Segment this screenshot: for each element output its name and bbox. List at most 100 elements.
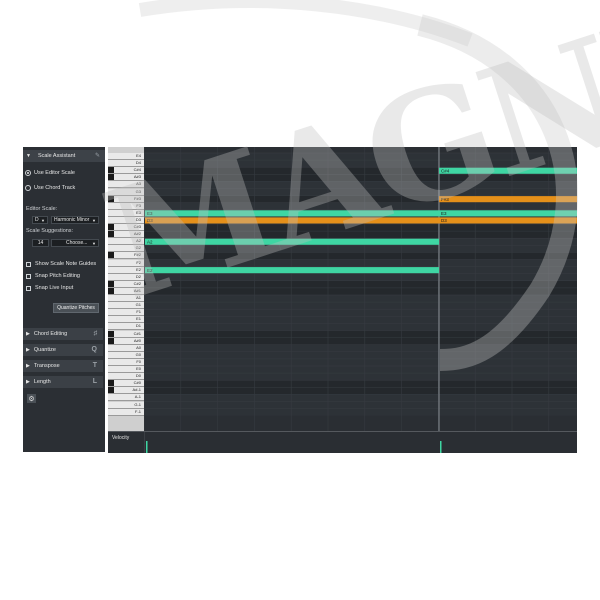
piano-key[interactable]: D0 bbox=[108, 373, 144, 381]
piano-key[interactable]: E0 bbox=[108, 366, 144, 373]
scale-assistant-header[interactable]: ▼ Scale Assistant ✎ bbox=[23, 150, 105, 162]
piano-key[interactable]: E3 bbox=[108, 209, 144, 217]
piano-key[interactable]: D1 bbox=[108, 323, 144, 331]
midi-note-label: D3 bbox=[147, 218, 153, 223]
scale-suggestions-value: Choose... bbox=[66, 240, 88, 246]
snap-live-input-option[interactable]: Snap Live Input bbox=[26, 285, 73, 291]
black-key[interactable] bbox=[108, 231, 114, 238]
midi-note-label: C#4 bbox=[441, 168, 450, 173]
piano-key[interactable]: G-1 bbox=[108, 401, 144, 409]
black-key[interactable] bbox=[108, 167, 114, 174]
checkbox-icon[interactable] bbox=[26, 273, 31, 279]
midi-note[interactable] bbox=[145, 267, 439, 274]
use-editor-scale-label: Use Editor Scale bbox=[34, 170, 75, 176]
transpose-icon: T bbox=[92, 362, 97, 369]
black-key[interactable] bbox=[108, 380, 114, 387]
midi-note[interactable] bbox=[439, 196, 577, 203]
midi-note-label: D3 bbox=[441, 218, 447, 223]
suggestions-count-value: 14 bbox=[37, 240, 44, 246]
section-chord-editing[interactable]: ▶ Chord Editing ♯ bbox=[23, 328, 103, 340]
use-editor-scale-option[interactable]: Use Editor Scale bbox=[25, 170, 75, 176]
midi-note[interactable] bbox=[439, 210, 577, 217]
midi-note[interactable] bbox=[145, 210, 439, 217]
piano-key[interactable]: E2 bbox=[108, 266, 144, 274]
midi-note-label: E3 bbox=[441, 211, 447, 216]
piano-key[interactable]: E4 bbox=[108, 153, 144, 160]
snap-pitch-editing-option[interactable]: Snap Pitch Editing bbox=[26, 273, 80, 279]
root-note-dropdown[interactable]: D ▼ bbox=[32, 216, 48, 224]
section-quantize[interactable]: ▶ Quantize Q bbox=[23, 344, 103, 356]
piano-key[interactable]: E1 bbox=[108, 316, 144, 324]
piano-keyboard[interactable]: E4 D4 C#4 A#3 A3 G3 F#3 F3 E3 D3 C#3 A#2 A2 G2 F#2 F2 E2… bbox=[108, 147, 144, 431]
piano-key[interactable]: G2 bbox=[108, 245, 144, 253]
midi-note[interactable] bbox=[439, 167, 577, 174]
radio-unselected-icon[interactable] bbox=[25, 185, 31, 191]
scale-type-value: Harmonic Minor bbox=[54, 217, 90, 223]
velocity-canvas[interactable] bbox=[108, 432, 577, 453]
snap-pitch-editing-label: Snap Pitch Editing bbox=[35, 273, 80, 279]
piano-key[interactable]: F3 bbox=[108, 202, 144, 210]
suggestions-count: 14 bbox=[32, 239, 49, 247]
piano-key[interactable]: G1 bbox=[108, 302, 144, 310]
show-scale-note-guides-option[interactable]: Show Scale Note Guides bbox=[26, 261, 96, 267]
checkbox-icon[interactable] bbox=[26, 285, 31, 291]
midi-note-label: A2 bbox=[147, 239, 153, 244]
black-key[interactable] bbox=[108, 252, 114, 259]
use-chord-track-option[interactable]: Use Chord Track bbox=[25, 185, 75, 191]
piano-key[interactable]: F2 bbox=[108, 259, 144, 267]
black-key[interactable] bbox=[108, 195, 114, 202]
quantize-icon: Q bbox=[91, 346, 97, 353]
black-key[interactable] bbox=[108, 224, 114, 230]
black-key[interactable] bbox=[108, 280, 114, 287]
note-grid-canvas[interactable]: C#4 F#3 E3 E3 D3 D3 A2 E2 bbox=[144, 147, 577, 431]
pencil-icon[interactable]: ✎ bbox=[95, 152, 100, 159]
black-key[interactable] bbox=[108, 287, 114, 294]
piano-key[interactable]: F0 bbox=[108, 358, 144, 366]
midi-note[interactable] bbox=[439, 217, 577, 224]
piano-key[interactable]: G3 bbox=[108, 188, 144, 196]
scale-assistant-panel: ▼ Scale Assistant ✎ Use Editor Scale Use… bbox=[23, 147, 105, 452]
gear-icon[interactable]: ⚙ bbox=[27, 394, 36, 403]
expand-triangle-icon: ▶ bbox=[26, 331, 30, 337]
checkbox-icon[interactable] bbox=[26, 261, 31, 267]
velocity-lane[interactable]: Velocity bbox=[108, 431, 577, 453]
midi-note[interactable] bbox=[145, 238, 439, 245]
scale-suggestions-label: Scale Suggestions: bbox=[26, 228, 74, 234]
black-key[interactable] bbox=[108, 387, 114, 394]
black-key[interactable] bbox=[108, 174, 114, 181]
radio-selected-icon[interactable] bbox=[25, 170, 31, 176]
piano-key[interactable]: D4 bbox=[108, 160, 144, 168]
piano-key[interactable]: D2 bbox=[108, 273, 144, 281]
chord-editing-label: Chord Editing bbox=[33, 331, 68, 337]
piano-key[interactable]: A2 bbox=[108, 238, 144, 246]
expand-triangle-icon: ▶ bbox=[26, 379, 30, 385]
collapse-triangle-icon: ▼ bbox=[26, 153, 31, 159]
piano-key[interactable]: A3 bbox=[108, 181, 144, 189]
transpose-label: Transpose bbox=[33, 363, 60, 369]
use-chord-track-label: Use Chord Track bbox=[34, 185, 76, 191]
velocity-bar[interactable] bbox=[146, 441, 148, 453]
snap-live-input-label: Snap Live Input bbox=[35, 285, 74, 291]
length-icon: L bbox=[92, 378, 97, 385]
midi-note[interactable] bbox=[145, 217, 439, 224]
piano-key[interactable]: F-1 bbox=[108, 408, 144, 416]
quantize-pitches-button[interactable]: Quantize Pitches bbox=[53, 303, 99, 313]
midi-note-label: F#3 bbox=[441, 197, 449, 202]
piano-key[interactable]: G0 bbox=[108, 351, 144, 359]
scale-type-dropdown[interactable]: Harmonic Minor ▼ bbox=[51, 216, 99, 224]
piano-key[interactable]: A0 bbox=[108, 344, 144, 352]
section-transpose[interactable]: ▶ Transpose T bbox=[23, 360, 103, 372]
piano-key[interactable]: A-1 bbox=[108, 394, 144, 402]
scale-suggestions-dropdown[interactable]: Choose... ▼ bbox=[51, 239, 99, 247]
piano-key[interactable]: D3 bbox=[108, 216, 144, 224]
section-length[interactable]: ▶ Length L bbox=[23, 376, 103, 388]
note-grid[interactable]: C#4 F#3 E3 E3 D3 D3 A2 E2 bbox=[144, 147, 577, 431]
sharp-icon: ♯ bbox=[93, 330, 98, 337]
black-key[interactable] bbox=[108, 330, 114, 337]
expand-triangle-icon: ▶ bbox=[26, 363, 30, 369]
dropdown-arrow-icon: ▼ bbox=[41, 217, 45, 223]
black-key[interactable] bbox=[108, 337, 114, 344]
velocity-bar[interactable] bbox=[440, 441, 442, 453]
piano-key[interactable]: A1 bbox=[108, 295, 144, 302]
piano-key[interactable]: F1 bbox=[108, 309, 144, 317]
